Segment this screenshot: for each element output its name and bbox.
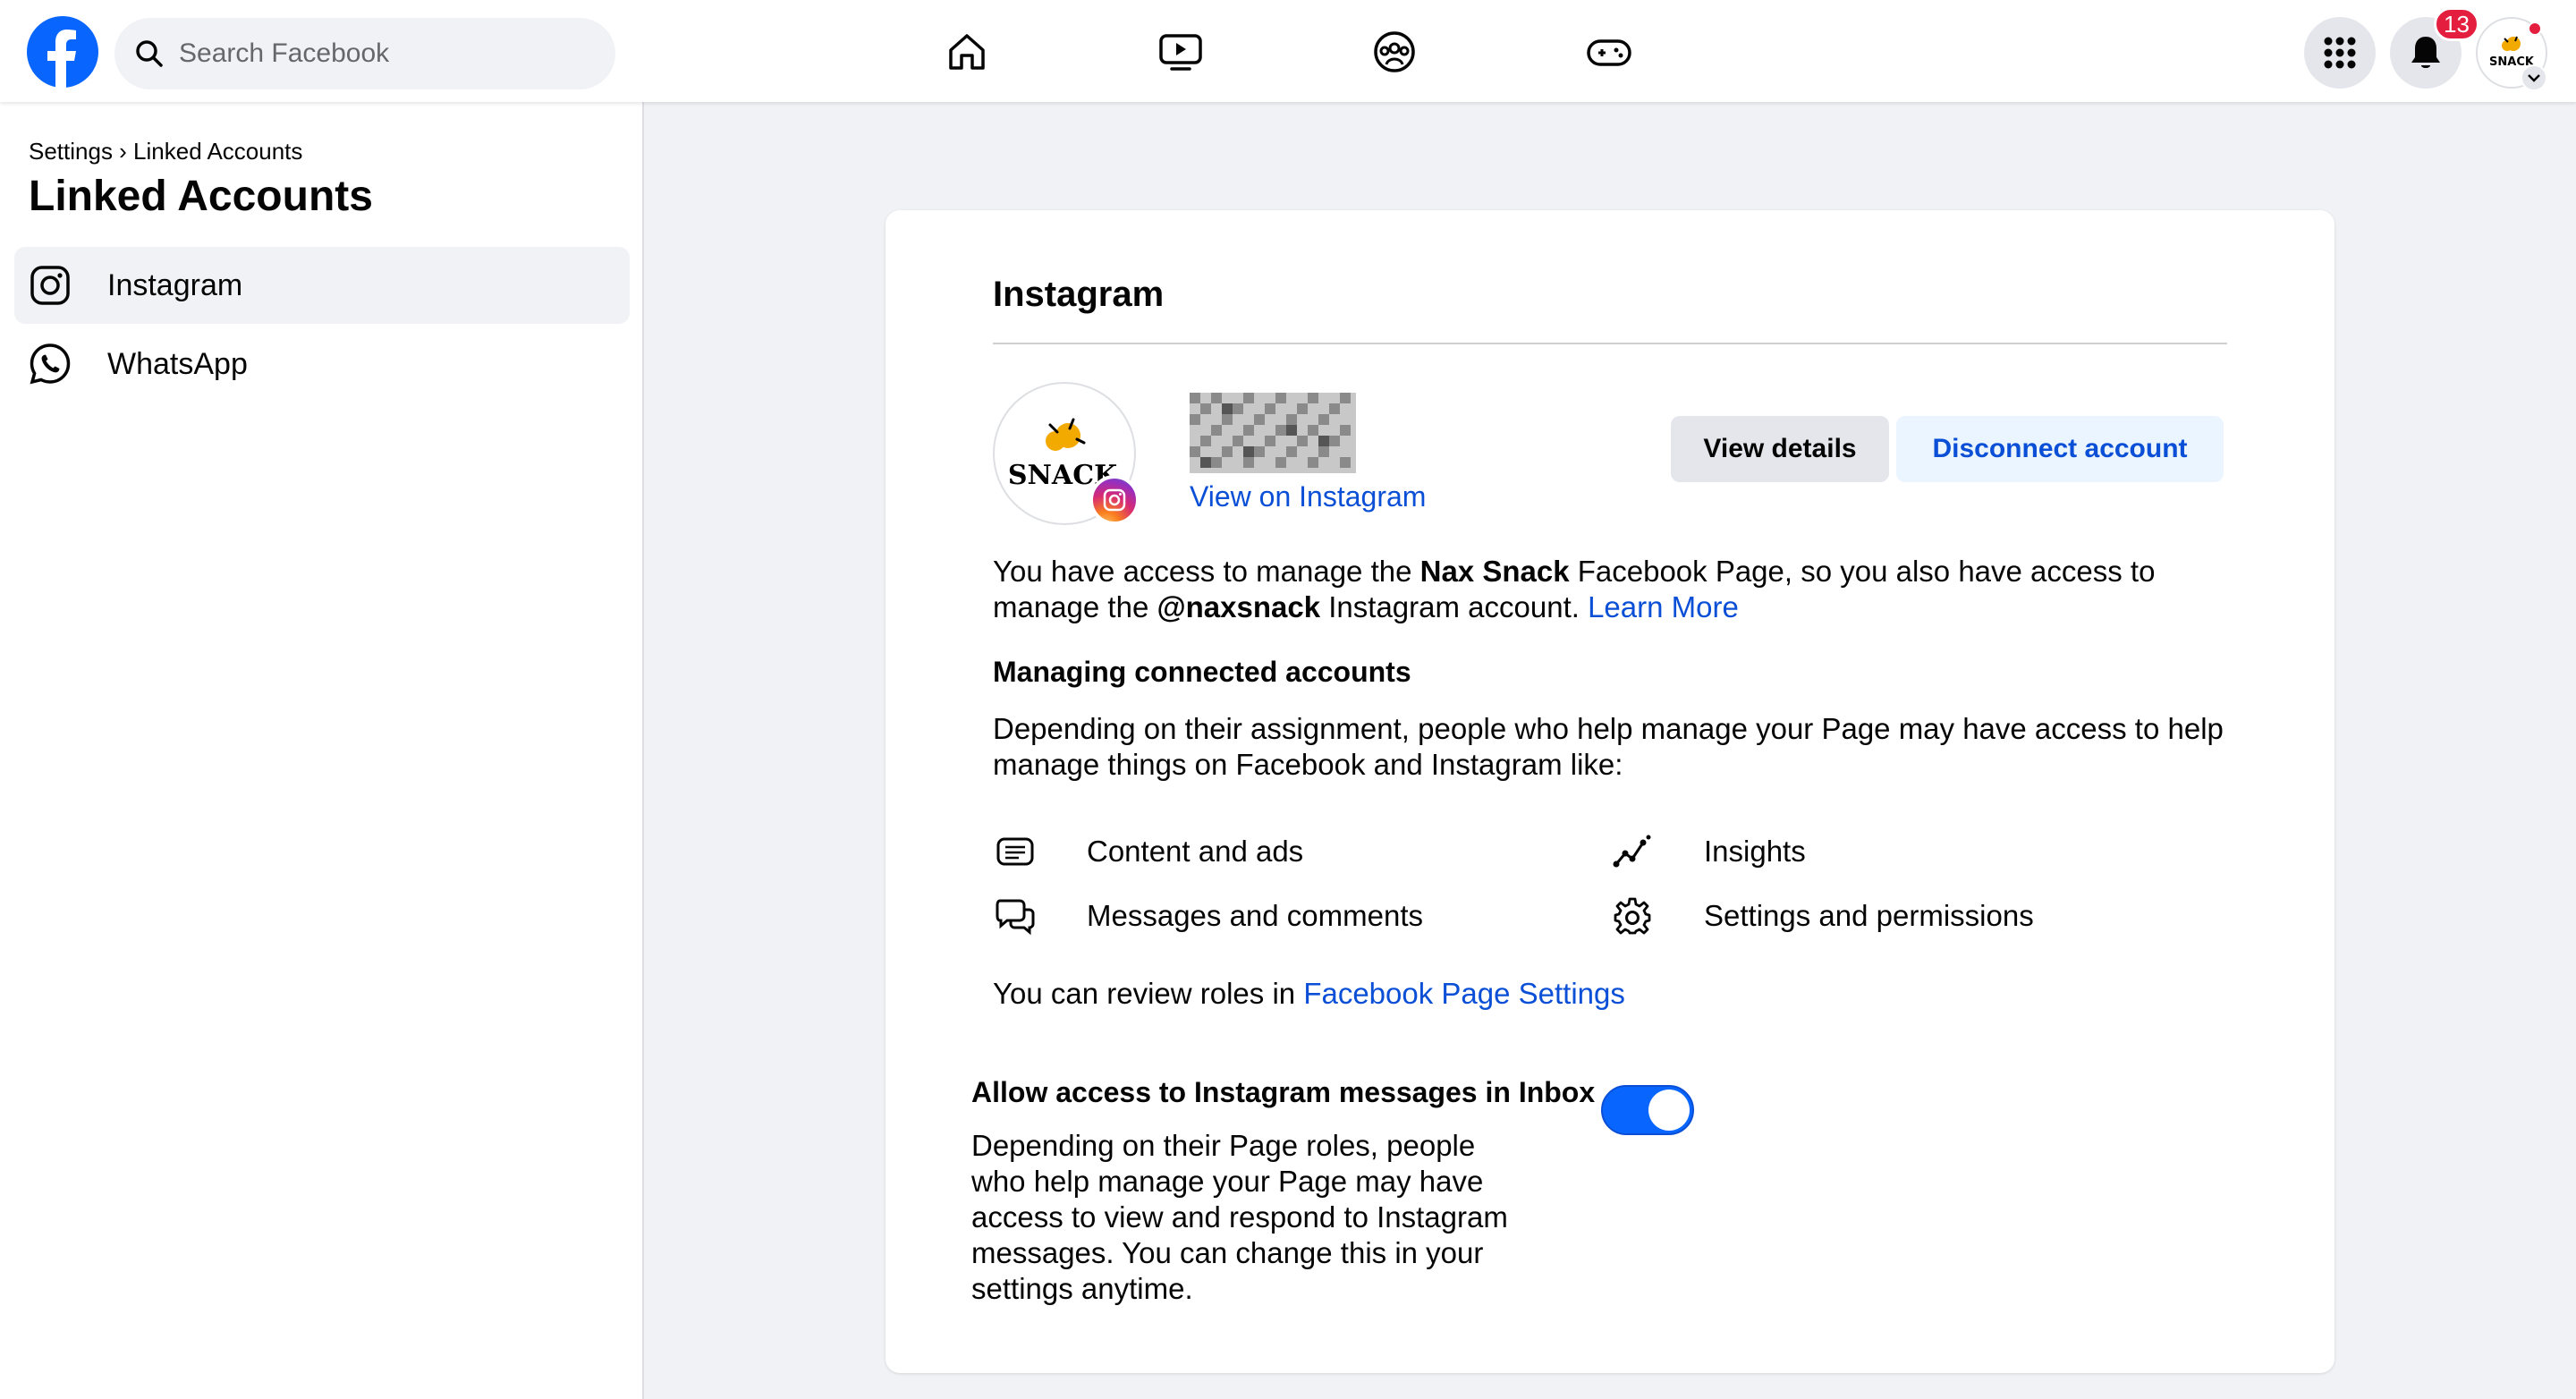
access-description: You have access to manage the Nax Snack …: [993, 554, 2245, 625]
menu-grid-icon: [2324, 37, 2356, 69]
bell-icon: [2411, 37, 2440, 68]
insights-icon: [1610, 829, 1655, 874]
feature-label: Insights: [1704, 835, 1806, 868]
gaming-icon[interactable]: [1580, 23, 1638, 81]
feature-settings-and-permissions: Settings and permissions: [1610, 894, 2034, 938]
disconnect-account-button[interactable]: Disconnect account: [1896, 416, 2224, 482]
access-text: Instagram account.: [1320, 590, 1589, 623]
breadcrumb[interactable]: Settings › Linked Accounts: [29, 138, 302, 165]
inbox-access-toggle[interactable]: [1601, 1085, 1694, 1135]
blurred-account-name: [1190, 393, 1356, 473]
feature-content-and-ads: Content and ads: [993, 829, 1303, 874]
page-title: Linked Accounts: [29, 173, 373, 220]
groups-icon[interactable]: [1366, 23, 1423, 81]
search-icon: [136, 40, 163, 67]
inbox-access-title: Allow access to Instagram messages in In…: [971, 1076, 1596, 1108]
video-icon[interactable]: [1152, 23, 1209, 81]
instagram-badge-icon: [1089, 475, 1140, 525]
whatsapp-icon: [29, 343, 72, 386]
feature-insights: Insights: [1610, 829, 1806, 874]
sidebar-item-whatsapp[interactable]: WhatsApp: [14, 326, 630, 403]
instagram-icon: [29, 264, 72, 307]
status-dot: [2528, 21, 2542, 36]
access-text: You have access to manage the: [993, 555, 1420, 588]
divider: [993, 343, 2227, 344]
page-name: Nax Snack: [1419, 555, 1570, 588]
toggle-knob: [1648, 1090, 1690, 1131]
home-icon[interactable]: [938, 23, 996, 81]
instagram-settings-card: Instagram SNACK View on Instagram View d…: [886, 210, 2334, 1373]
feature-label: Content and ads: [1087, 835, 1304, 868]
menu-button[interactable]: [2304, 17, 2376, 89]
managing-description: Depending on their assignment, people wh…: [993, 712, 2224, 781]
facebook-page-settings-link[interactable]: Facebook Page Settings: [1303, 977, 1625, 1010]
inbox-access-description: Depending on their Page roles, people wh…: [971, 1129, 1508, 1305]
instagram-handle: @naxsnack: [1157, 590, 1321, 623]
sidebar-item-instagram[interactable]: Instagram: [14, 247, 630, 324]
chevron-down-icon[interactable]: [2521, 64, 2547, 91]
feature-label: Messages and comments: [1087, 899, 1424, 932]
search-input[interactable]: [179, 38, 590, 69]
top-navigation-bar: 13 SNACK: [0, 0, 2576, 102]
review-text: You can review roles in: [993, 977, 1304, 1010]
feature-label: Settings and permissions: [1704, 899, 2034, 932]
sidebar-item-label: WhatsApp: [107, 346, 248, 381]
card-title: Instagram: [993, 275, 1165, 314]
settings-icon: [1610, 894, 1655, 938]
learn-more-link[interactable]: Learn More: [1588, 590, 1739, 623]
review-roles-text: You can review roles in Facebook Page Se…: [993, 976, 2245, 1012]
feature-messages-and-comments: Messages and comments: [993, 894, 1423, 938]
notification-badge: 13: [2434, 7, 2479, 41]
managing-title: Managing connected accounts: [993, 656, 1411, 688]
view-on-instagram-link[interactable]: View on Instagram: [1190, 480, 1426, 513]
settings-sidebar: Settings › Linked Accounts Linked Accoun…: [0, 102, 644, 1399]
content-icon: [993, 829, 1038, 874]
sidebar-item-label: Instagram: [107, 267, 243, 302]
search-bar[interactable]: [114, 18, 615, 89]
messages-icon: [993, 894, 1038, 938]
facebook-logo[interactable]: [27, 16, 98, 88]
view-details-button[interactable]: View details: [1671, 416, 1889, 482]
